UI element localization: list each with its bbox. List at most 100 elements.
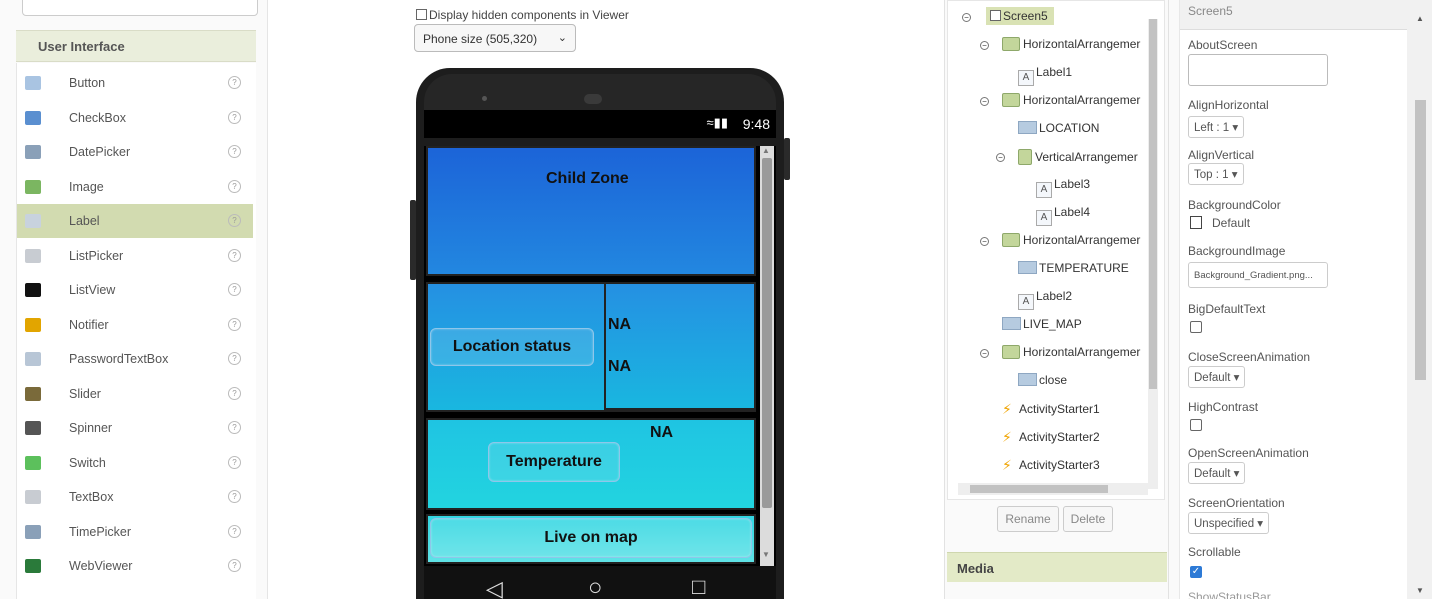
palette-item-slider[interactable]: Slider? — [17, 377, 253, 411]
scroll-down-icon[interactable]: ▼ — [762, 550, 770, 559]
help-icon[interactable]: ? — [228, 386, 241, 400]
phone-size-select[interactable]: Phone size (505,320) ⌄ — [414, 24, 576, 52]
help-icon[interactable]: ? — [228, 352, 241, 365]
help-icon[interactable]: ? — [228, 145, 241, 158]
help-icon[interactable]: ? — [228, 214, 241, 227]
background-image-select[interactable]: Background_Gradient.png... — [1188, 262, 1328, 288]
help-icon[interactable]: ? — [228, 524, 241, 538]
location-values-arrangement[interactable]: NA NA — [604, 284, 754, 410]
location-value-1[interactable]: NA — [608, 316, 631, 334]
color-swatch-icon[interactable] — [1190, 216, 1202, 229]
palette-item-webviewer[interactable]: WebViewer? — [17, 549, 253, 583]
tree-node[interactable]: ⚡ ActivityStarter3 — [1002, 457, 1100, 474]
palette-item-timepicker[interactable]: TimePicker? — [17, 515, 253, 549]
properties-scrollbar[interactable]: ▲ ▼ — [1407, 0, 1432, 599]
scroll-up-icon[interactable]: ▲ — [762, 146, 770, 155]
collapse-toggle-icon[interactable]: − — [980, 97, 989, 106]
properties-scrollbar-thumb[interactable] — [1415, 100, 1426, 380]
background-color-value[interactable]: Default — [1212, 216, 1250, 230]
collapse-toggle-icon[interactable]: − — [962, 13, 971, 22]
close-screen-animation-select[interactable]: Default ▾ — [1188, 366, 1246, 388]
help-icon[interactable]: ? — [228, 76, 241, 89]
high-contrast-checkbox[interactable] — [1190, 419, 1202, 431]
help-icon[interactable]: ? — [228, 110, 241, 124]
palette-item-notifier[interactable]: Notifier? — [17, 308, 253, 342]
palette-item-datepicker[interactable]: DatePicker? — [17, 135, 253, 169]
palette-item-listpicker[interactable]: ListPicker? — [17, 239, 253, 273]
tree-node[interactable]: HorizontalArrangemer — [1002, 37, 1140, 51]
recent-apps-icon[interactable]: □ — [692, 574, 705, 599]
collapse-toggle-icon[interactable]: − — [980, 41, 989, 50]
scrollable-checkbox[interactable]: ✓ — [1190, 566, 1202, 578]
tree-node[interactable]: ⚡ ActivityStarter2 — [1002, 429, 1100, 446]
palette-item-switch[interactable]: Switch? — [17, 446, 253, 480]
about-screen-textarea[interactable] — [1188, 54, 1328, 86]
tree-node[interactable]: HorizontalArrangemer — [1002, 233, 1140, 247]
help-icon[interactable]: ? — [228, 179, 241, 193]
home-icon[interactable]: ○ — [588, 574, 603, 599]
palette-item-listview[interactable]: ListView? — [17, 273, 253, 307]
palette-item-passwordtextbox[interactable]: PasswordTextBox? — [17, 342, 253, 376]
tree-scrollbar-thumb[interactable] — [1149, 19, 1157, 389]
delete-button[interactable]: Delete — [1063, 506, 1113, 532]
screen-orientation-select[interactable]: Unspecified ▾ — [1188, 512, 1270, 534]
tree-node[interactable]: LIVE_MAP — [1002, 317, 1082, 331]
tree-hscrollbar-thumb[interactable] — [970, 485, 1108, 493]
palette-item-spinner[interactable]: Spinner? — [17, 411, 253, 445]
palette-item-textbox[interactable]: TextBox? — [17, 480, 253, 514]
tree-node[interactable]: A Label1 — [1018, 65, 1072, 86]
child-zone-label[interactable]: Child Zone — [546, 170, 629, 188]
open-screen-animation-select[interactable]: Default ▾ — [1188, 462, 1246, 484]
location-value-2[interactable]: NA — [608, 358, 631, 376]
palette-search-input[interactable] — [22, 0, 258, 16]
palette-item-image[interactable]: Image? — [17, 170, 253, 204]
help-icon[interactable]: ? — [228, 455, 241, 469]
media-section-header[interactable]: Media — [947, 552, 1167, 582]
temperature-arrangement[interactable]: NA Temperature — [426, 418, 756, 510]
scroll-down-icon[interactable]: ▼ — [1416, 586, 1424, 595]
tree-node[interactable]: ⚡ ActivityStarter1 — [1002, 401, 1100, 418]
help-icon[interactable]: ? — [228, 283, 241, 296]
collapse-toggle-icon[interactable]: − — [980, 349, 989, 358]
tree-node[interactable]: HorizontalArrangemer — [1002, 345, 1140, 359]
palette-section-header[interactable]: User Interface — [16, 30, 256, 62]
align-horizontal-select[interactable]: Left : 1 ▾ — [1188, 116, 1245, 138]
tree-node[interactable]: A Label3 — [1036, 177, 1090, 198]
help-icon[interactable]: ? — [228, 559, 241, 572]
live-on-map-button[interactable]: Live on map — [430, 518, 752, 558]
palette-item-button[interactable]: Button? — [17, 66, 253, 100]
help-icon[interactable]: ? — [228, 421, 241, 434]
location-status-button[interactable]: Location status — [430, 328, 594, 366]
tree-vertical-scrollbar[interactable] — [1148, 19, 1158, 489]
collapse-toggle-icon[interactable]: − — [996, 153, 1005, 162]
help-icon[interactable]: ? — [228, 317, 241, 331]
tree-node[interactable]: TEMPERATURE — [1018, 261, 1129, 275]
tree-node[interactable]: A Label2 — [1018, 289, 1072, 310]
title-arrangement[interactable]: Child Zone — [426, 146, 756, 276]
palette-item-label[interactable]: Label? — [17, 204, 253, 238]
rename-button[interactable]: Rename — [997, 506, 1059, 532]
display-hidden-checkbox[interactable]: Display hidden components in Viewer — [416, 8, 629, 22]
tree-node[interactable]: VerticalArrangemer — [1018, 149, 1138, 165]
align-vertical-select[interactable]: Top : 1 ▾ — [1188, 163, 1244, 185]
tree-node[interactable]: LOCATION — [1018, 121, 1099, 135]
help-icon[interactable]: ? — [228, 248, 241, 262]
palette-item-checkbox[interactable]: CheckBox? — [17, 101, 253, 135]
location-arrangement[interactable]: Location status NA NA — [426, 282, 756, 412]
help-icon[interactable]: ? — [228, 490, 241, 503]
big-default-text-checkbox[interactable] — [1190, 321, 1202, 333]
tree-node[interactable]: close — [1018, 373, 1067, 387]
scroll-up-icon[interactable]: ▲ — [1416, 14, 1424, 23]
back-icon[interactable]: ◁ — [486, 576, 503, 599]
collapse-toggle-icon[interactable]: − — [980, 237, 989, 246]
checkbox-icon[interactable] — [416, 9, 427, 20]
tree-node[interactable]: Screen5 — [986, 7, 1054, 25]
scrollbar-thumb[interactable] — [762, 158, 772, 508]
temperature-button[interactable]: Temperature — [488, 442, 620, 482]
phone-scrollbar[interactable]: ▲ ▼ — [760, 146, 774, 566]
tree-node[interactable]: HorizontalArrangemer — [1002, 93, 1140, 107]
tree-node[interactable]: A Label4 — [1036, 205, 1090, 226]
temperature-value[interactable]: NA — [650, 424, 673, 442]
map-arrangement[interactable]: Live on map — [426, 514, 756, 564]
tree-horizontal-scrollbar[interactable] — [958, 483, 1148, 495]
